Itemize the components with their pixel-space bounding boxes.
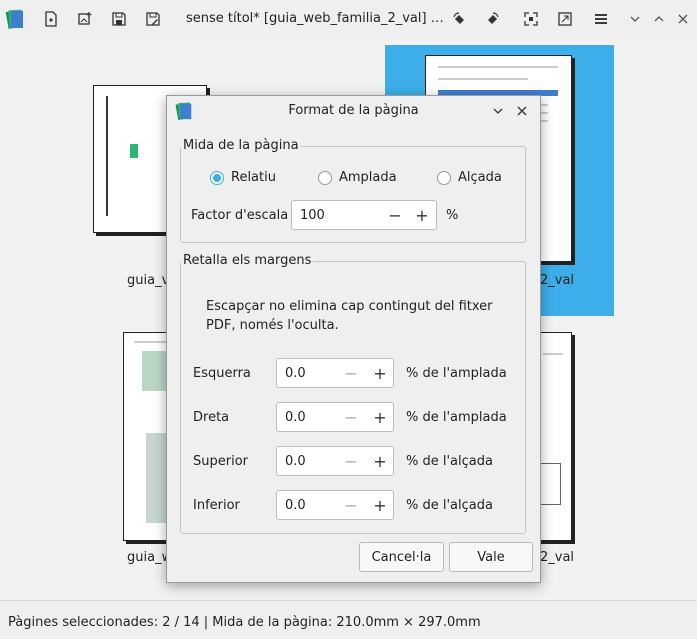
margin-top-spinbox[interactable]: 0.0 − + xyxy=(276,446,394,476)
chevron-down-icon[interactable] xyxy=(624,8,646,30)
plus-icon[interactable]: + xyxy=(371,452,389,471)
spin-value: 0.0 xyxy=(285,498,306,513)
close-icon[interactable] xyxy=(672,8,694,30)
group-title: Retalla els margens xyxy=(181,253,314,268)
plus-icon[interactable]: + xyxy=(371,364,389,383)
toolbar: sense títol* [guia_web_familia_2_val] … xyxy=(0,0,697,38)
radio-width[interactable]: Amplada xyxy=(318,170,397,185)
spin-value: 0.0 xyxy=(285,410,306,425)
add-image-icon[interactable] xyxy=(74,8,96,30)
margin-unit: % de l'amplada xyxy=(406,410,507,425)
scale-unit: % xyxy=(446,208,459,223)
status-bar: Pàgines seleccionades: 2 / 14 | Mida de … xyxy=(0,600,697,639)
spin-value: 0.0 xyxy=(285,454,306,469)
group-title: Mida de la pàgina xyxy=(181,138,301,153)
rotate-left-icon[interactable] xyxy=(448,8,470,30)
minus-icon[interactable]: − xyxy=(342,496,360,515)
rotate-right-icon[interactable] xyxy=(482,8,504,30)
margins-note: Escapçar no elimina cap contingut del fi… xyxy=(206,299,493,333)
radio-indicator xyxy=(318,170,332,185)
margin-label-left: Esquerra xyxy=(193,366,251,381)
margin-right-spinbox[interactable]: 0.0 − + xyxy=(276,402,394,432)
radio-indicator xyxy=(210,170,224,185)
radio-label: Alçada xyxy=(458,170,502,185)
app-icon xyxy=(5,9,23,29)
margin-bottom-spinbox[interactable]: 0.0 − + xyxy=(276,490,394,520)
status-text: Pàgines seleccionades: 2 / 14 | Mida de … xyxy=(8,615,481,630)
radio-label: Relatiu xyxy=(231,170,276,185)
margin-unit: % de l'alçada xyxy=(406,498,493,513)
chevron-up-icon[interactable] xyxy=(648,8,670,30)
margin-label-right: Dreta xyxy=(193,410,230,425)
window-title: sense títol* [guia_web_familia_2_val] … xyxy=(186,11,444,26)
dialog-title: Format de la pàgina xyxy=(288,103,419,118)
page-label: 2_val xyxy=(540,550,575,565)
spin-value: 100 xyxy=(300,208,325,223)
margin-unit: % de l'alçada xyxy=(406,454,493,469)
minus-icon[interactable]: − xyxy=(342,452,360,471)
spin-value: 0.0 xyxy=(285,366,306,381)
minus-icon[interactable]: − xyxy=(342,408,360,427)
margin-label-bottom: Inferior xyxy=(193,498,240,513)
page-label: guia_v xyxy=(127,273,170,288)
new-document-icon[interactable] xyxy=(40,8,62,30)
minus-icon[interactable]: − xyxy=(342,364,360,383)
radio-indicator xyxy=(437,170,451,185)
chevron-down-icon[interactable] xyxy=(489,102,507,120)
margin-left-spinbox[interactable]: 0.0 − + xyxy=(276,358,394,388)
dialog-titlebar: Format de la pàgina xyxy=(167,96,540,126)
margin-label-top: Superior xyxy=(193,454,248,469)
scale-factor-spinbox[interactable]: 100 − + xyxy=(291,200,437,230)
fullscreen-icon[interactable] xyxy=(520,8,542,30)
plus-icon[interactable]: + xyxy=(371,408,389,427)
plus-icon[interactable]: + xyxy=(413,206,431,225)
close-icon[interactable] xyxy=(513,102,531,120)
page-format-dialog: Format de la pàgina Mida de la pàgina Re… xyxy=(166,95,541,583)
save-as-icon[interactable] xyxy=(142,8,164,30)
page-label: 2_val xyxy=(540,273,575,288)
cancel-button[interactable]: Cancel·la xyxy=(359,542,444,572)
margins-group: Retalla els margens Escapçar no elimina … xyxy=(180,253,526,534)
menu-icon[interactable] xyxy=(590,8,612,30)
save-icon[interactable] xyxy=(108,8,130,30)
radio-label: Amplada xyxy=(339,170,397,185)
ok-button[interactable]: Vale xyxy=(449,542,533,572)
minus-icon[interactable]: − xyxy=(386,206,404,225)
radio-relative[interactable]: Relatiu xyxy=(210,170,276,185)
fit-icon[interactable] xyxy=(554,8,576,30)
radio-height[interactable]: Alçada xyxy=(437,170,502,185)
margin-unit: % de l'amplada xyxy=(406,366,507,381)
page-size-group: Mida de la pàgina Relatiu Amplada Alçada… xyxy=(180,138,526,243)
plus-icon[interactable]: + xyxy=(371,496,389,515)
scale-label: Factor d'escala xyxy=(191,208,289,223)
